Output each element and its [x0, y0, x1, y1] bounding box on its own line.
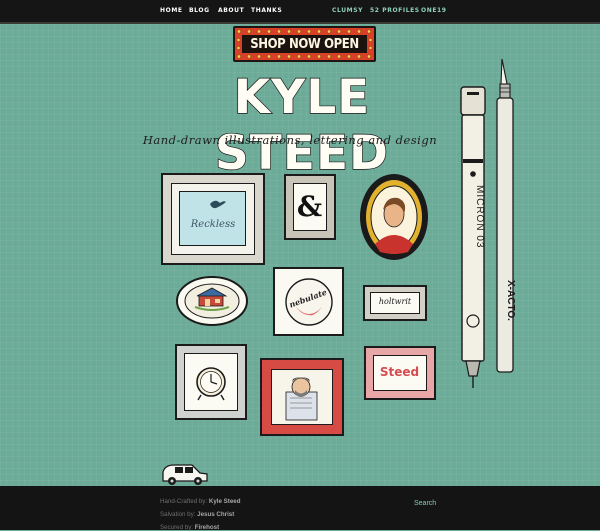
- reckless-label: Reckless: [190, 219, 236, 230]
- frame-steed[interactable]: Steed: [364, 346, 436, 400]
- site-subtitle: Hand-drawn illustrations, lettering and …: [142, 133, 438, 147]
- clock-icon: [196, 367, 226, 401]
- nav-home[interactable]: HOME: [160, 7, 183, 14]
- footer-line1-prefix: Hand-Crafted by:: [160, 498, 208, 505]
- micron-pen-icon: MICRON 03: [460, 86, 486, 388]
- footer-line1-value[interactable]: Kyle Steed: [209, 498, 241, 505]
- site-footer: Hand-Crafted by: Kyle Steed Salvation by…: [0, 486, 600, 531]
- search-link[interactable]: Search: [414, 500, 436, 507]
- nebulate-print: nebulate: [285, 278, 333, 326]
- steed-label: Steed: [379, 365, 420, 379]
- car-illustration: [162, 464, 208, 485]
- micron-brand-label: MICRON 03: [474, 185, 485, 248]
- nav-blog[interactable]: BLOG: [189, 7, 210, 14]
- nav-one19[interactable]: ONE19: [421, 7, 447, 14]
- footer-salvation-line: Salvation by: Jesus Christ: [160, 511, 234, 518]
- footer-credit-line: Hand-Crafted by: Kyle Steed: [160, 498, 241, 505]
- frame-portrait-oval[interactable]: [358, 172, 430, 262]
- frame-reckless[interactable]: Reckless: [161, 173, 265, 265]
- site-title: KYLE STEED: [214, 69, 390, 181]
- footer-line2-prefix: Salvation by:: [160, 511, 196, 518]
- shop-now-open-sign[interactable]: SHOP NOW OPEN: [233, 26, 376, 62]
- frame-person[interactable]: [260, 358, 344, 436]
- top-nav-bar: HOME BLOG ABOUT THANKS CLUMSY 52 PROFILE…: [0, 0, 600, 24]
- frame-clock[interactable]: [175, 344, 247, 420]
- footer-line2-value: Jesus Christ: [197, 511, 235, 518]
- frame-ampersand[interactable]: &: [284, 174, 336, 240]
- ampersand-glyph: &: [296, 190, 323, 223]
- frame-nebulate[interactable]: nebulate: [273, 267, 344, 336]
- nav-clumsy[interactable]: CLUMSY: [332, 7, 363, 14]
- bird-icon: [210, 200, 226, 209]
- frame-holtwrit[interactable]: holtwrit: [363, 285, 427, 321]
- sign-panel: SHOP NOW OPEN: [242, 35, 367, 53]
- nav-thanks[interactable]: THANKS: [251, 7, 282, 14]
- frame-house-oval[interactable]: [175, 275, 249, 327]
- person-print: [285, 377, 318, 421]
- sign-label: SHOP NOW OPEN: [250, 36, 359, 52]
- nav-about[interactable]: ABOUT: [218, 7, 244, 14]
- nav-52-profiles[interactable]: 52 PROFILES: [370, 7, 420, 14]
- xacto-brand-label: X-ACTO.: [505, 280, 516, 321]
- xacto-knife-icon: X-ACTO.: [496, 58, 516, 373]
- reckless-print: Reckless: [179, 191, 246, 246]
- holtwrit-label: holtwrit: [378, 297, 412, 306]
